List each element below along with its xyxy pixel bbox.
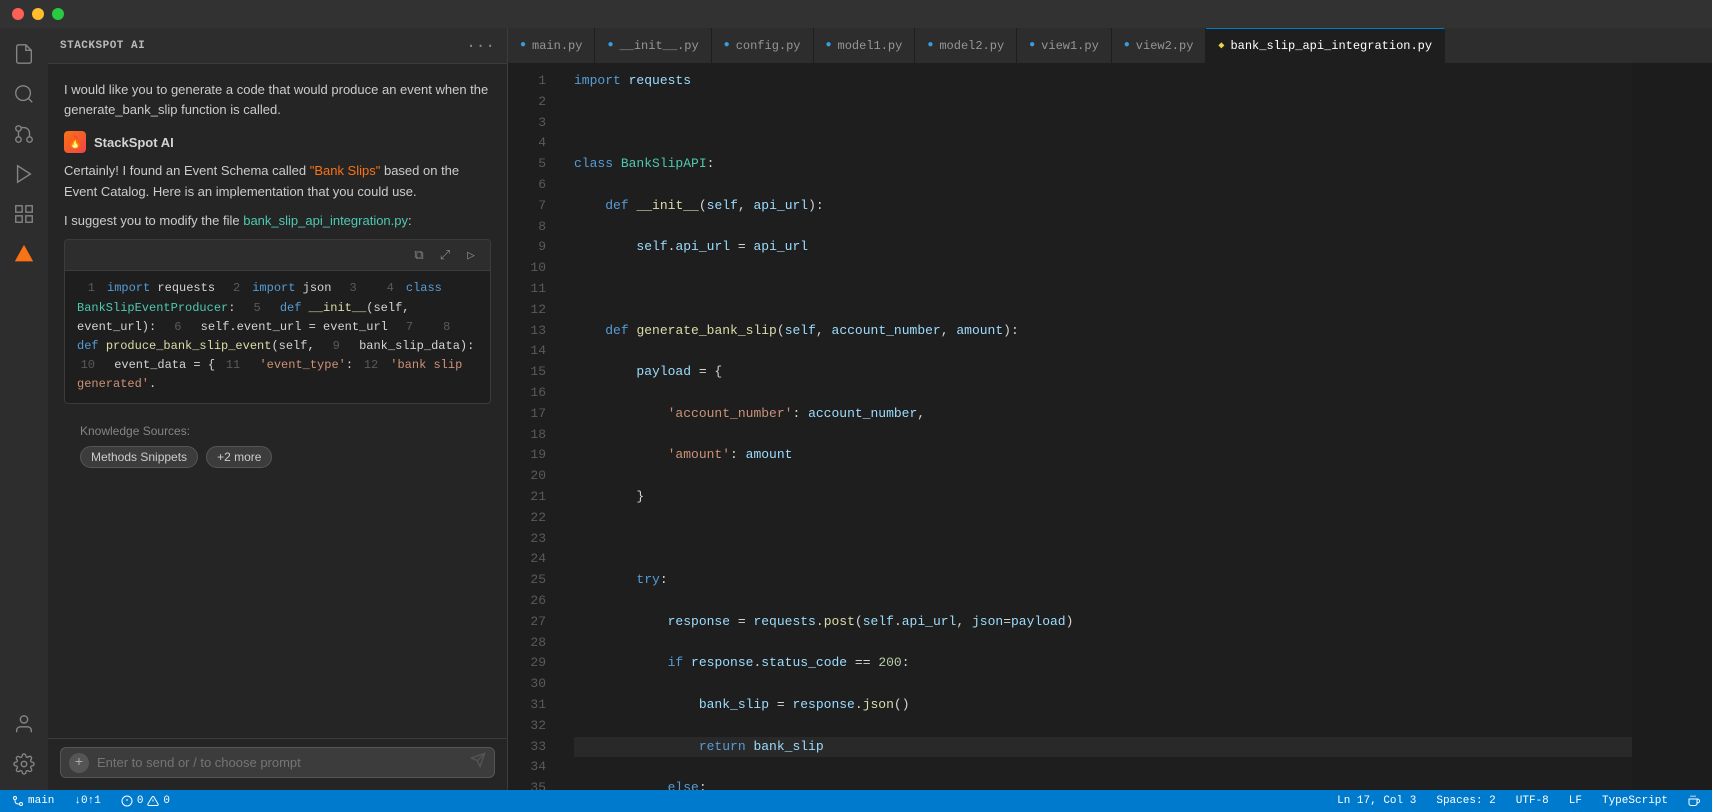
ai-text-part1: Certainly! I found an Event Schema calle… (64, 163, 310, 178)
tab-label-main-py: main.py (532, 39, 582, 53)
tab-view1-py[interactable]: ● view1.py (1017, 28, 1112, 63)
expand-code-button[interactable]: ⤢ (434, 244, 456, 266)
editor-area: ● main.py ● __init__.py ● config.py ● mo… (508, 28, 1712, 790)
chat-input[interactable] (97, 755, 462, 770)
editor-code[interactable]: import requests class BankSlipAPI: def _… (558, 63, 1632, 790)
copy-code-button[interactable]: ⧉ (408, 244, 430, 266)
ai-name: StackSpot AI (94, 135, 174, 150)
run-debug-icon[interactable] (6, 156, 42, 192)
branch-name: main (28, 795, 54, 807)
search-icon[interactable] (6, 76, 42, 112)
spaces-text: Spaces: 2 (1436, 795, 1495, 807)
code-block: ⧉ ⤢ ▷ 1import requests 2import json 3 4c… (64, 239, 491, 403)
ai-response: 🔥 StackSpot AI Certainly! I found an Eve… (64, 131, 491, 404)
tab-label-model2-py: model2.py (939, 39, 1004, 53)
knowledge-label: Knowledge Sources: (80, 424, 475, 438)
status-bar-right: Ln 17, Col 3 Spaces: 2 UTF-8 LF TypeScri… (1333, 795, 1704, 807)
tab-icon-init-py: ● (607, 40, 613, 51)
tab-config-py[interactable]: ● config.py (712, 28, 814, 63)
tab-label-model1-py: model1.py (838, 39, 903, 53)
tab-main-py[interactable]: ● main.py (508, 28, 595, 63)
tab-init-py[interactable]: ● __init__.py (595, 28, 711, 63)
files-icon[interactable] (6, 36, 42, 72)
tab-icon-view2-py: ● (1124, 40, 1130, 51)
tab-icon-main-py: ● (520, 40, 526, 51)
errors-indicator[interactable]: 0 0 (117, 795, 174, 807)
tab-model2-py[interactable]: ● model2.py (915, 28, 1017, 63)
line-ending-indicator[interactable]: LF (1565, 795, 1586, 807)
ai-file-suggestion: I suggest you to modify the file bank_sl… (64, 211, 491, 232)
warning-count: 0 (163, 795, 170, 807)
ai-file-suggestion-text: I suggest you to modify the file (64, 213, 243, 228)
stackspot-icon[interactable] (6, 236, 42, 272)
feedback-button[interactable] (1684, 795, 1704, 807)
close-button[interactable] (12, 8, 24, 20)
tab-model1-py[interactable]: ● model1.py (814, 28, 916, 63)
ai-response-text: Certainly! I found an Event Schema calle… (64, 161, 491, 203)
activity-bar-bottom (6, 706, 42, 782)
tab-label-init-py: __init__.py (619, 39, 698, 53)
tab-icon-config-py: ● (724, 40, 730, 51)
line-ending-text: LF (1569, 795, 1582, 807)
user-message: I would like you to generate a code that… (64, 80, 491, 119)
chat-send-button[interactable] (470, 752, 486, 773)
ai-highlight: "Bank Slips" (310, 163, 381, 178)
tab-icon-view1-py: ● (1029, 40, 1035, 51)
knowledge-tag-methods[interactable]: Methods Snippets (80, 446, 198, 468)
language-indicator[interactable]: TypeScript (1598, 795, 1672, 807)
sync-status: ↓0↑1 (74, 795, 100, 807)
minimize-button[interactable] (32, 8, 44, 20)
knowledge-section: Knowledge Sources: Methods Snippets +2 m… (64, 416, 491, 480)
ai-file-link[interactable]: bank_slip_api_integration.py (243, 213, 408, 228)
tab-icon-bank-slip-py: ◆ (1218, 40, 1224, 52)
code-block-header: ⧉ ⤢ ▷ (65, 240, 490, 271)
chat-area: I would like you to generate a code that… (48, 64, 507, 738)
main-layout: STACKSPOT AI ··· I would like you to gen… (0, 28, 1712, 790)
activity-bar (0, 28, 48, 790)
tab-bank-slip-py[interactable]: ◆ bank_slip_api_integration.py (1206, 28, 1445, 63)
title-bar (0, 0, 1712, 28)
run-code-button[interactable]: ▷ (460, 244, 482, 266)
settings-icon[interactable] (6, 746, 42, 782)
encoding-text: UTF-8 (1516, 795, 1549, 807)
sync-indicator[interactable]: ↓0↑1 (70, 795, 104, 807)
line-numbers: 12345678910 11121314151617181920 2122232… (508, 63, 558, 790)
tab-label-config-py: config.py (736, 39, 801, 53)
ai-file-colon: : (408, 213, 412, 228)
maximize-button[interactable] (52, 8, 64, 20)
tabs-bar: ● main.py ● __init__.py ● config.py ● mo… (508, 28, 1712, 63)
extensions-icon[interactable] (6, 196, 42, 232)
ai-response-header: 🔥 StackSpot AI (64, 131, 491, 153)
knowledge-tags: Methods Snippets +2 more (80, 446, 475, 468)
tab-label-bank-slip-py: bank_slip_api_integration.py (1230, 39, 1432, 53)
source-control-icon[interactable] (6, 116, 42, 152)
language-text: TypeScript (1602, 795, 1668, 807)
cursor-position[interactable]: Ln 17, Col 3 (1333, 795, 1420, 807)
minimap (1632, 63, 1712, 790)
editor-content: 12345678910 11121314151617181920 2122232… (508, 63, 1712, 790)
sidebar-more-button[interactable]: ··· (466, 37, 495, 55)
account-icon[interactable] (6, 706, 42, 742)
chat-input-wrapper: + (60, 747, 495, 778)
encoding-indicator[interactable]: UTF-8 (1512, 795, 1553, 807)
status-bar: main ↓0↑1 0 0 Ln 17, Col 3 Spaces: 2 UTF… (0, 790, 1712, 812)
ai-avatar: 🔥 (64, 131, 86, 153)
tab-view2-py[interactable]: ● view2.py (1112, 28, 1207, 63)
chat-input-area: + (48, 738, 507, 790)
cursor-position-text: Ln 17, Col 3 (1337, 795, 1416, 807)
tab-label-view1-py: view1.py (1041, 39, 1099, 53)
tab-icon-model1-py: ● (826, 40, 832, 51)
sidebar-title: STACKSPOT AI (60, 40, 145, 52)
error-count: 0 (137, 795, 144, 807)
knowledge-tag-more[interactable]: +2 more (206, 446, 272, 468)
spaces-indicator[interactable]: Spaces: 2 (1432, 795, 1499, 807)
sidebar-header: STACKSPOT AI ··· (48, 28, 507, 64)
tab-label-view2-py: view2.py (1136, 39, 1194, 53)
branch-indicator[interactable]: main (8, 795, 58, 807)
tab-icon-model2-py: ● (927, 40, 933, 51)
chat-input-add-button[interactable]: + (69, 753, 89, 773)
sidebar-code-content: 1import requests 2import json 3 4class B… (65, 271, 490, 402)
ai-panel: STACKSPOT AI ··· I would like you to gen… (48, 28, 508, 790)
